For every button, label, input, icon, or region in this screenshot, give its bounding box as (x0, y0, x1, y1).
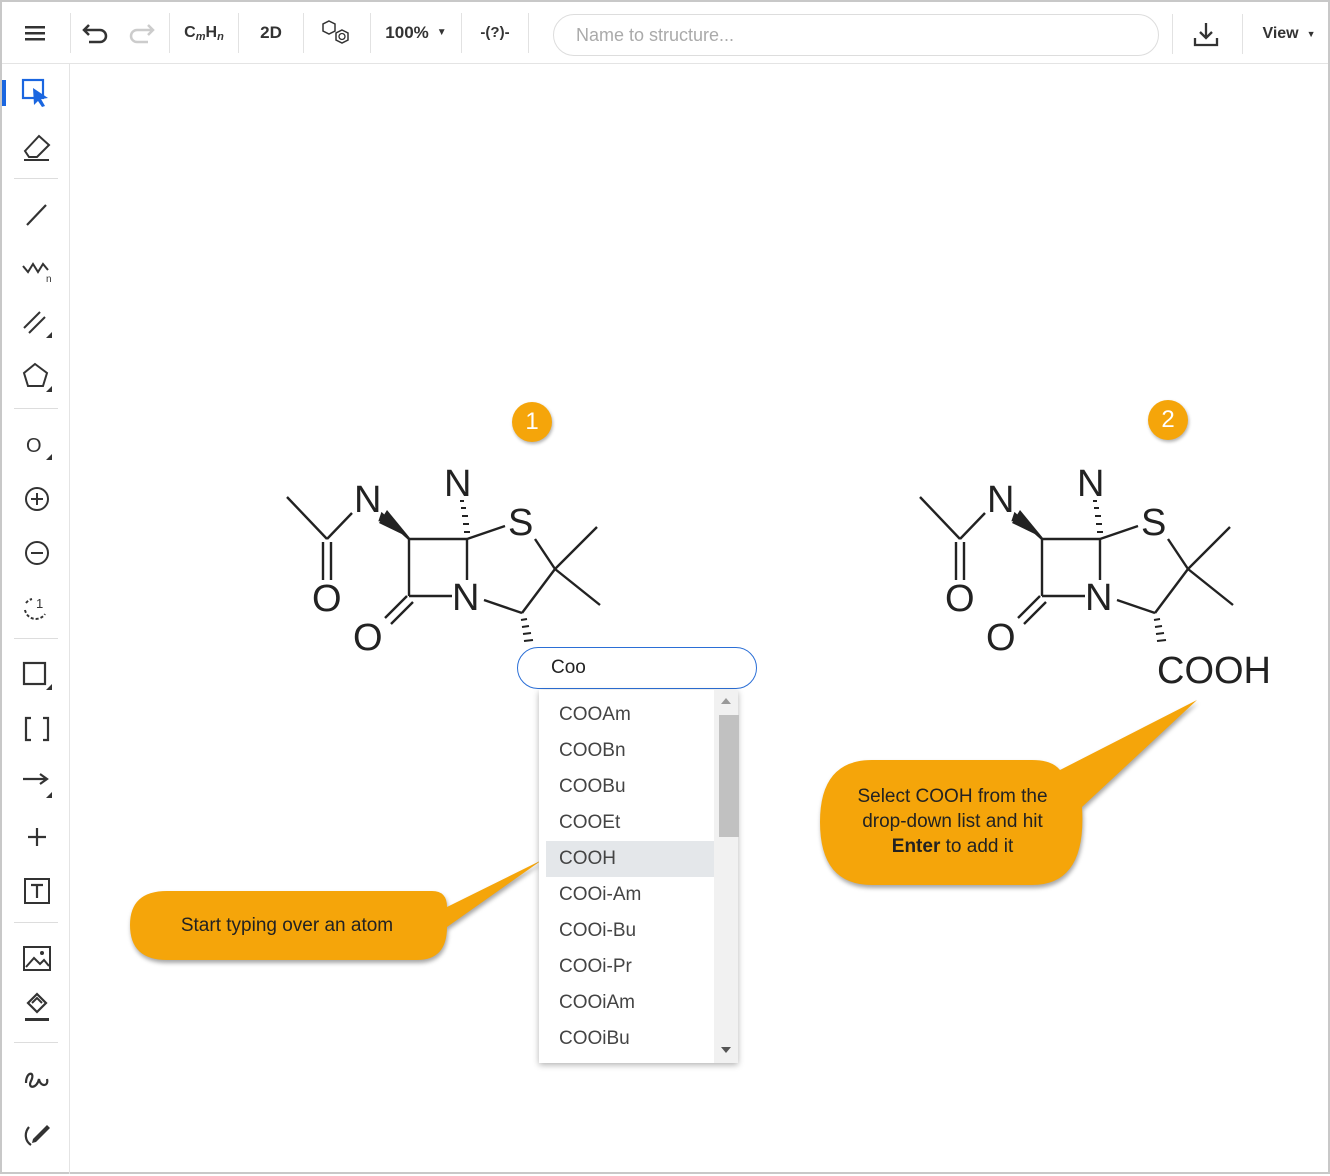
dropdown-item[interactable]: COOiAm (546, 985, 719, 1021)
dropdown-item[interactable]: COOi-Pr (546, 949, 719, 985)
scrollbar[interactable] (714, 690, 739, 1063)
atom-o-amide[interactable]: O (312, 578, 342, 620)
atom-s[interactable]: S (508, 502, 533, 544)
atom-o-lactam[interactable]: O (353, 617, 383, 659)
step-badge-2: 2 (1148, 400, 1188, 440)
dropdown-item[interactable]: COOH (546, 841, 719, 877)
atom-n-top[interactable]: N (444, 463, 471, 505)
callout-1-bubble (130, 860, 542, 960)
atom-n-amide[interactable]: N (354, 479, 381, 521)
dropdown-item[interactable]: COOiBu (546, 1021, 719, 1057)
atom-o-amide[interactable]: O (945, 578, 975, 620)
dropdown-item[interactable]: COOi-Bu (546, 913, 719, 949)
dropdown-item[interactable]: COOi-Am (546, 877, 719, 913)
atom-n-amide[interactable]: N (987, 479, 1014, 521)
scroll-up-icon[interactable] (721, 698, 731, 704)
atom-o-lactam[interactable]: O (986, 617, 1016, 659)
atom-n-top[interactable]: N (1077, 463, 1104, 505)
callout-2-line-2: drop-down list and hit (862, 811, 1043, 832)
scrollbar-thumb[interactable] (719, 715, 739, 837)
dropdown-item[interactable]: COOEt (546, 805, 719, 841)
atom-s[interactable]: S (1141, 502, 1166, 544)
autocomplete-dropdown: COOAm COOBn COOBu COOEt COOH COOi-Am COOi-Bu CO… (539, 690, 739, 1063)
callout-1-text: Start typing over an atom (180, 915, 394, 936)
dropdown-list: COOAm COOBn COOBu COOEt COOH COOi-Am COOi-Bu CO… (539, 690, 738, 1057)
enter-key-text: Enter (891, 836, 941, 857)
scroll-down-icon[interactable] (721, 1047, 731, 1053)
callout-2-rest: to add it (940, 836, 1014, 857)
callout-2-line-1: Select COOH from the (857, 786, 1048, 807)
callout-2-line-3: Enter to add it (830, 834, 1075, 859)
dropdown-item[interactable]: COOBu (546, 769, 719, 805)
callout-2-text: Select COOH from the drop-down list and … (830, 784, 1075, 859)
dropdown-item[interactable]: COOBn (546, 733, 719, 769)
cooh-group[interactable]: COOH (1157, 650, 1271, 692)
step-badge-1: 1 (512, 402, 552, 442)
atom-n-ring[interactable]: N (452, 577, 479, 619)
atom-n-ring[interactable]: N (1085, 577, 1112, 619)
atom-label-input[interactable]: Coo (517, 647, 757, 689)
dropdown-item[interactable]: COOAm (546, 697, 719, 733)
